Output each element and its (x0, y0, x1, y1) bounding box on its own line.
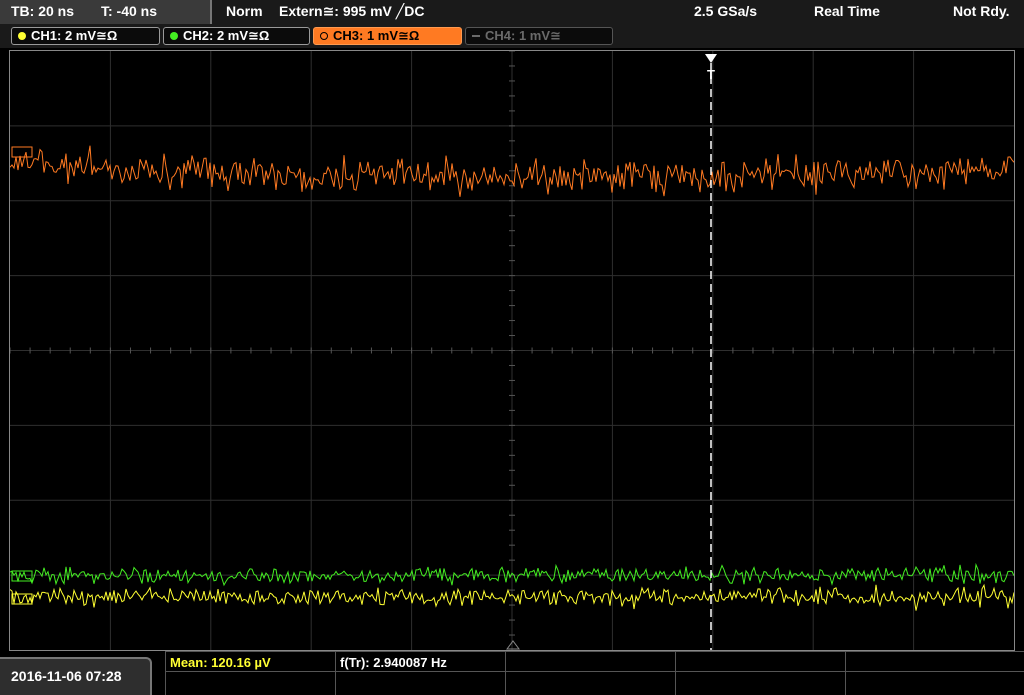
waveform-canvas[interactable]: T (10, 51, 1014, 650)
mean-measurement[interactable]: Mean: 120.16 µV (170, 655, 271, 670)
measurement-divider (335, 651, 336, 695)
acquisition-mode-label[interactable]: Real Time (814, 3, 880, 19)
channel-ch3-button[interactable]: CH3: 1 mV≅Ω (313, 27, 462, 45)
channel-ch2-button[interactable]: CH2: 2 mV≅Ω (163, 27, 310, 45)
ch1-label: CH1: 2 mV≅Ω (31, 28, 118, 43)
datetime-label: 2016-11-06 07:28 (11, 668, 122, 684)
horizontal-center-marker-icon (506, 640, 520, 650)
status-bar: TB: 20 ns T: -40 ns Norm Extern≅: 995 mV… (0, 0, 1024, 25)
acquisition-state-label: Not Rdy. (953, 3, 1010, 19)
timebase-box[interactable]: TB: 20 ns T: -40 ns (0, 0, 212, 24)
measurement-divider (675, 651, 676, 695)
trigger-time-label[interactable]: T: -40 ns (101, 3, 157, 19)
trigger-mode-label[interactable]: Norm (226, 3, 263, 19)
ch4-indicator-icon (472, 35, 480, 37)
measurement-divider (165, 671, 1024, 672)
measurement-divider (505, 651, 506, 695)
trigger-source-label[interactable]: Extern≅: 995 mV ╱DC (279, 3, 424, 20)
trigger-marker-label: T (707, 67, 715, 82)
ch1-indicator-icon (18, 32, 26, 40)
bottom-bar: 2016-11-06 07:28 Mean: 120.16 µV f(Tr): … (0, 651, 1024, 695)
timebase-label[interactable]: TB: 20 ns (11, 3, 74, 19)
datetime-box: 2016-11-06 07:28 (0, 657, 152, 695)
sample-rate-label[interactable]: 2.5 GSa/s (694, 3, 757, 19)
ch4-label: CH4: 1 mV≅ (485, 28, 561, 43)
waveform-display[interactable]: T (9, 50, 1015, 651)
graticule-grid (10, 51, 1014, 650)
channel-ch1-button[interactable]: CH1: 2 mV≅Ω (11, 27, 160, 45)
measurement-divider (165, 651, 166, 695)
ch2-label: CH2: 2 mV≅Ω (183, 28, 270, 43)
measurement-divider (165, 651, 1024, 652)
measurement-panel[interactable]: Mean: 120.16 µV f(Tr): 2.940087 Hz (165, 651, 1024, 695)
ch3-offset-marker-icon[interactable] (11, 146, 33, 158)
channel-bar: CH1: 2 mV≅Ω CH2: 2 mV≅Ω CH3: 1 mV≅Ω CH4:… (0, 25, 1024, 48)
trigger-frequency-measurement[interactable]: f(Tr): 2.940087 Hz (340, 655, 447, 670)
ch2-indicator-icon (170, 32, 178, 40)
trigger-position-marker-icon[interactable] (705, 54, 717, 63)
ch3-label: CH3: 1 mV≅Ω (333, 28, 420, 43)
measurement-divider (845, 651, 846, 695)
channel-ch4-button[interactable]: CH4: 1 mV≅ (465, 27, 613, 45)
ch3-indicator-icon (320, 32, 328, 40)
